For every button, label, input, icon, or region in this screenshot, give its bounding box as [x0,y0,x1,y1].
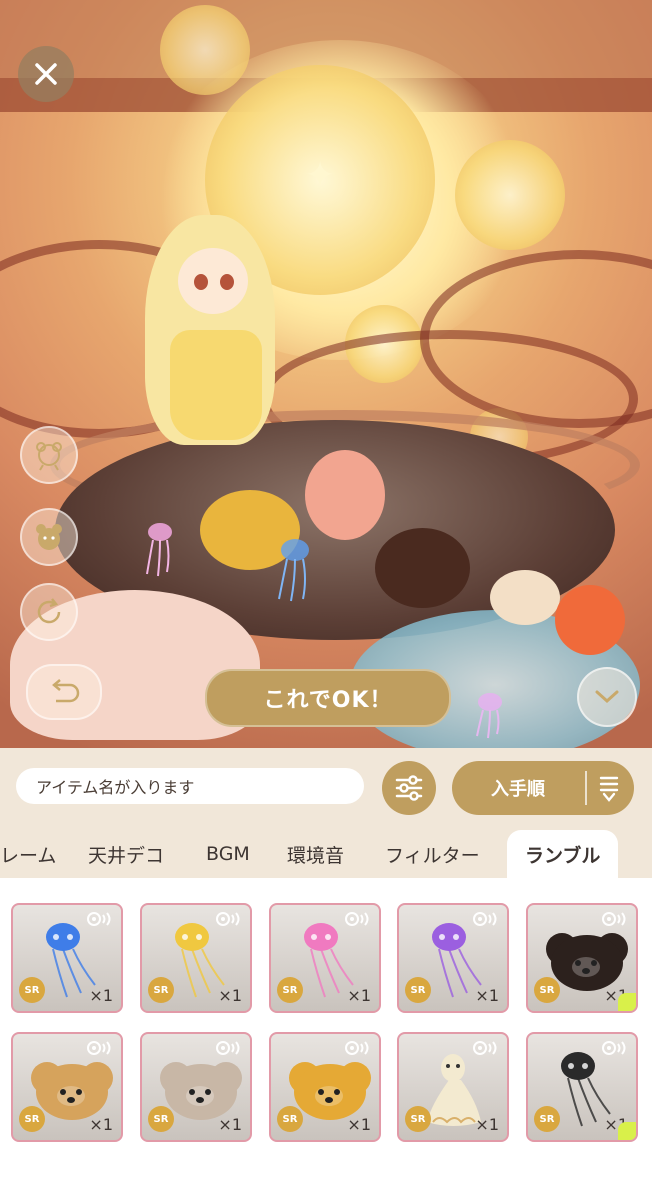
sound-preview-icon[interactable] [216,911,242,927]
pet-brown-fluffy [375,528,470,608]
rarity-badge: SR [19,1106,45,1132]
avatar-face [178,248,248,314]
item-card[interactable]: SR ×1 [140,1032,252,1142]
rarity-badge: SR [405,977,431,1003]
new-marker [618,1122,636,1140]
sound-preview-icon[interactable] [602,911,628,927]
rarity-badge: SR [148,1106,174,1132]
avatar-eye-right [220,274,234,290]
item-quantity: ×1 [475,986,499,1005]
confirm-ok-button[interactable]: これでOK！ [205,669,451,727]
item-card[interactable]: SR ×1 [397,903,509,1013]
item-card[interactable]: SR ×1 [269,903,381,1013]
close-button[interactable] [18,46,74,102]
sound-preview-icon[interactable] [602,1040,628,1056]
item-quantity: ×1 [347,1115,371,1134]
item-card[interactable]: SR ×1 [11,903,123,1013]
new-marker [618,993,636,1011]
tab-ceiling-deco[interactable]: 天井デコ [88,830,164,878]
top-bulb [160,5,250,95]
avatar-eye-left [194,274,208,290]
sound-preview-icon[interactable] [87,1040,113,1056]
sound-preview-icon[interactable] [345,911,371,927]
sort-order-label: 入手順 [491,779,545,800]
pet-cream-sheep [490,570,560,625]
sort-divider [585,771,587,805]
tab-ambient-sound[interactable]: 環境音 [287,830,344,878]
sound-preview-icon[interactable] [216,1040,242,1056]
room-scene: ✦ [0,0,652,750]
bear-outline-icon [36,442,62,471]
item-quantity: ×1 [89,986,113,1005]
item-card[interactable]: SR ×1 [11,1032,123,1142]
jellyfish-pink-decor [146,523,172,577]
sort-order-button[interactable]: 入手順 [452,761,634,815]
avatar-dress [170,330,262,440]
rarity-badge: SR [19,977,45,1003]
rarity-badge: SR [534,977,560,1003]
sound-preview-icon[interactable] [473,1040,499,1056]
sound-preview-icon[interactable] [473,911,499,927]
category-tabs: レーム 天井デコ BGM 環境音 フィルター ランブル [0,830,652,878]
chevron-down-icon [595,690,619,704]
pet-pink-mouse [305,450,385,540]
collapse-panel-button[interactable] [577,667,637,727]
item-card[interactable]: SR ×1 [526,903,638,1013]
item-card[interactable]: SR ×1 [140,903,252,1013]
item-quantity: ×1 [475,1115,499,1134]
undo-icon [52,679,80,703]
close-icon [35,63,57,85]
rarity-badge: SR [277,1106,303,1132]
orange-fruit-decor [555,585,625,655]
item-quantity: ×1 [89,1115,113,1134]
pet-toggle-button[interactable] [20,508,78,566]
rotate-button[interactable] [20,583,78,641]
sound-preview-icon[interactable] [345,1040,371,1056]
tab-frame[interactable]: レーム [0,830,56,878]
filter-button[interactable] [382,761,436,815]
bear-face-icon [36,524,62,550]
tab-rumble[interactable]: ランブル [507,830,619,878]
undo-button[interactable] [26,664,102,720]
small-light-bulb [455,140,565,250]
sparkle-star: ✦ [305,155,336,196]
rarity-badge: SR [534,1106,560,1132]
item-quantity: ×1 [347,986,371,1005]
item-quantity: ×1 [218,986,242,1005]
item-card[interactable]: SR ×1 [269,1032,381,1142]
item-search-input[interactable]: アイテム名が入ります [16,768,364,804]
jellyfish-blue-decor [278,539,309,602]
sort-descending-icon[interactable] [592,772,626,804]
sound-preview-icon[interactable] [87,911,113,927]
tab-filter[interactable]: フィルター [385,830,480,878]
rarity-badge: SR [148,977,174,1003]
rarity-badge: SR [405,1106,431,1132]
jellyfish-lilac-decor [476,693,502,739]
item-card[interactable]: SR ×1 [526,1032,638,1142]
item-card[interactable]: SR ×1 [397,1032,509,1142]
rarity-badge: SR [277,977,303,1003]
rotate-icon [37,598,61,624]
sliders-icon [395,775,423,801]
item-quantity: ×1 [218,1115,242,1134]
character-toggle-button[interactable] [20,426,78,484]
tab-bgm[interactable]: BGM [206,830,250,878]
